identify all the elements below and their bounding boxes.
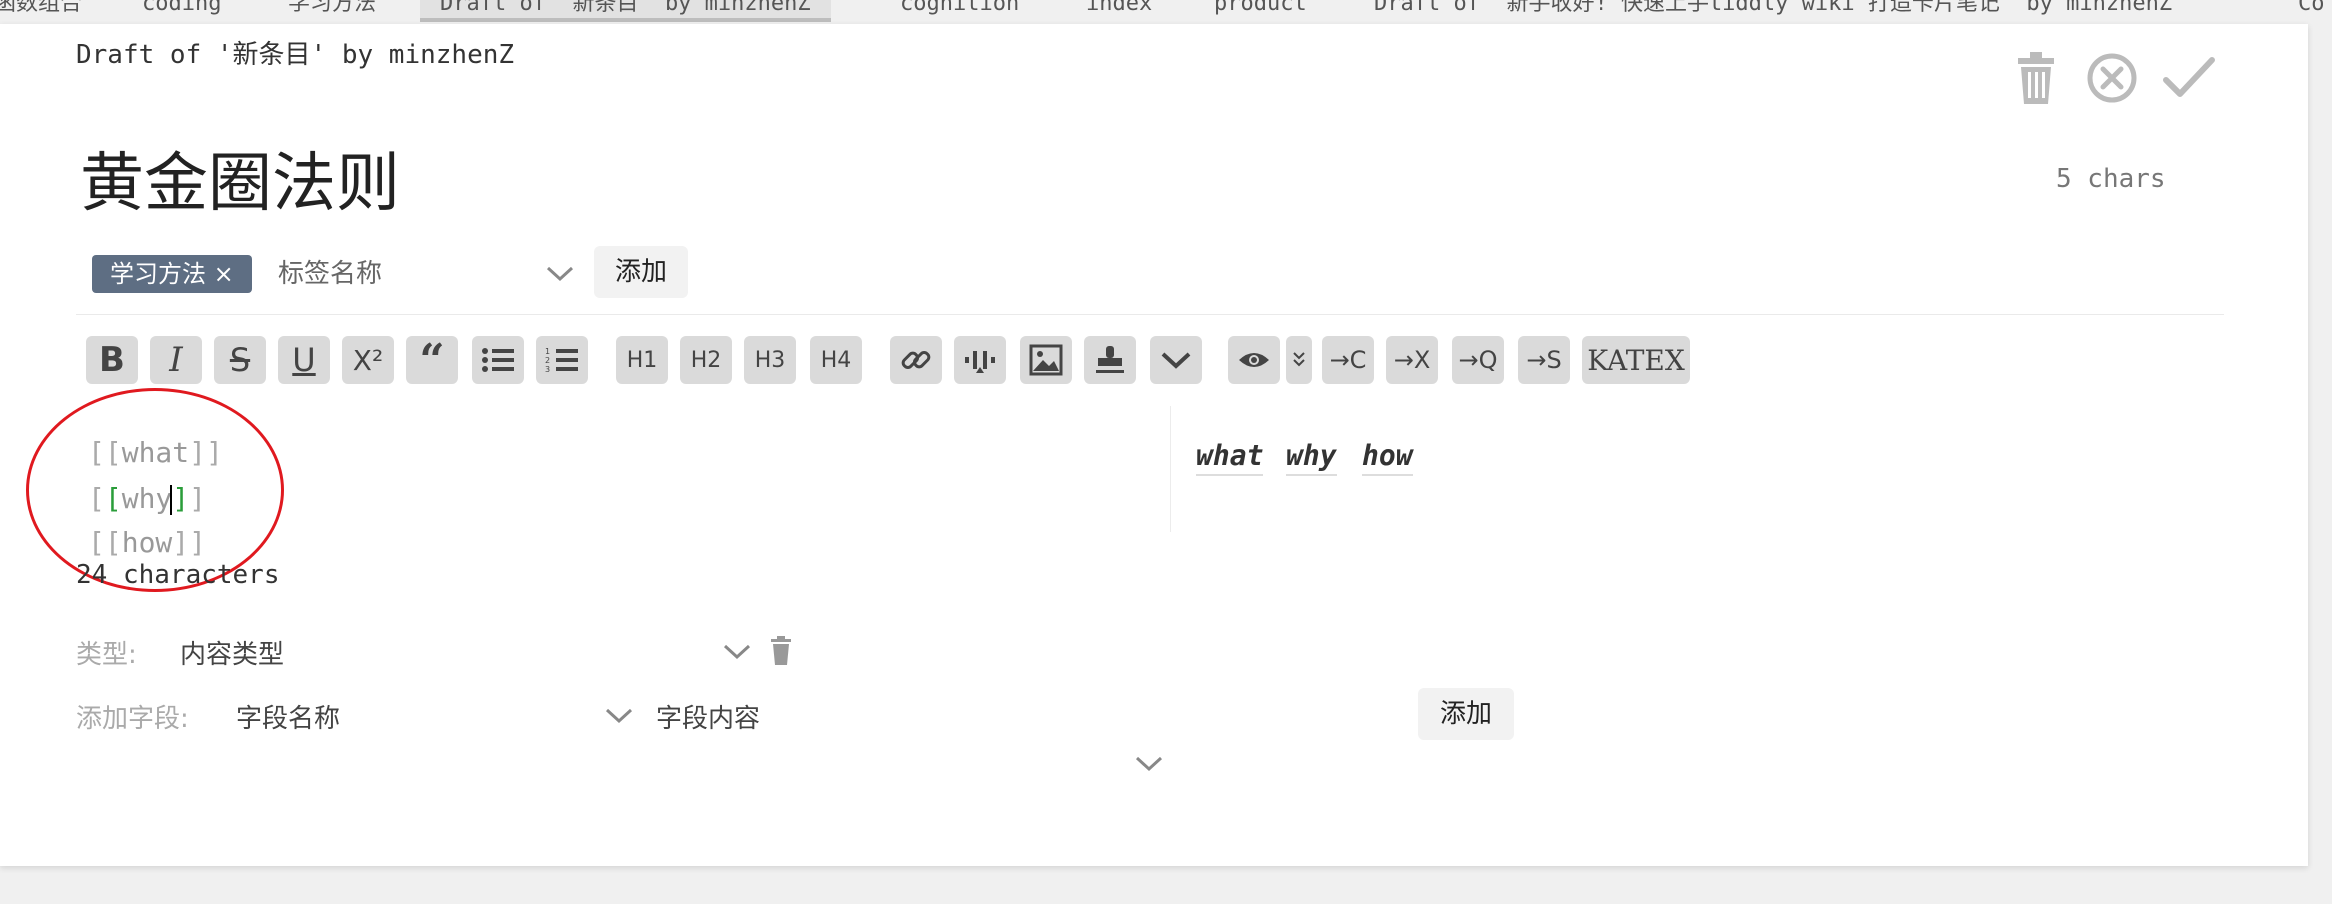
more-tools-button[interactable] (1150, 336, 1202, 384)
tag-dropdown-button[interactable] (545, 264, 575, 288)
body-char-count: 24 characters (76, 560, 280, 590)
trash-icon (2018, 52, 2054, 104)
close-circle-icon (2087, 53, 2137, 103)
katex-button[interactable]: KATEX (1582, 336, 1690, 384)
excise-c-icon: →C (1329, 346, 1367, 374)
chevron-down-icon (1135, 756, 1163, 772)
divider (76, 314, 2224, 315)
add-tag-button[interactable]: 添加 (594, 246, 688, 298)
svg-text:3: 3 (545, 365, 550, 374)
chevron-down-icon (1161, 352, 1191, 369)
type-input[interactable]: 内容类型 (180, 634, 284, 671)
strikethrough-icon: S (229, 341, 251, 379)
preview-link[interactable]: how (1362, 439, 1413, 476)
draft-title: Draft of '新条目' by minzhenZ (76, 40, 515, 70)
heading2-button[interactable]: H2 (680, 336, 732, 384)
italic-button[interactable]: I (150, 336, 202, 384)
editor-divider (1170, 406, 1171, 532)
excise-q-button[interactable]: →Q (1452, 336, 1504, 384)
chevron-down-icon (605, 708, 633, 724)
heading3-button[interactable]: H3 (744, 336, 796, 384)
tag-pill[interactable]: 学习方法 × (92, 255, 252, 293)
tiddler-editor: Draft of '新条目' by minzhenZ 黄金圈法则 5 chars… (0, 24, 2308, 866)
superscript-icon: X² (352, 343, 384, 377)
underline-icon: U (292, 341, 316, 379)
superscript-button[interactable]: X² (342, 336, 394, 384)
tab-cognition[interactable]: cognition (900, 0, 1019, 22)
preview-options-button[interactable] (1286, 336, 1312, 384)
cancel-button[interactable] (2082, 48, 2142, 108)
tab-draft-tiddlywiki[interactable]: Draft of '新手收好! 快速上手tiddly wiki 打造卡片笔记' … (1374, 0, 2172, 22)
title-char-count: 5 chars (2056, 164, 2166, 194)
numbered-list-button[interactable]: 1 2 3 (536, 336, 588, 384)
transclude-button[interactable] (954, 336, 1006, 384)
svg-text:2: 2 (545, 356, 550, 365)
svg-text:1: 1 (545, 347, 550, 356)
tab-learning-methods[interactable]: 学习方法 (288, 0, 376, 22)
tab-product[interactable]: product (1214, 0, 1307, 22)
heading1-button[interactable]: H1 (616, 336, 668, 384)
tab-index[interactable]: index (1086, 0, 1152, 22)
add-field-button[interactable]: 添加 (1418, 688, 1514, 740)
type-label: 类型: (76, 640, 137, 670)
excise-s-icon: →S (1526, 346, 1562, 374)
delete-button[interactable] (2006, 48, 2066, 108)
quote-button[interactable]: “ (406, 334, 458, 386)
bold-button[interactable]: B (86, 336, 138, 384)
excise-button[interactable]: →C (1322, 336, 1374, 384)
tab-strip: 函数组合 coding 学习方法 Draft of '新条目' by minzh… (0, 0, 2332, 24)
numbered-list-icon: 1 2 3 (545, 347, 578, 374)
preview-button[interactable] (1228, 336, 1280, 384)
chevron-down-icon (546, 266, 574, 282)
delete-type-button[interactable] (768, 636, 794, 670)
excise-q-icon: →Q (1458, 346, 1498, 374)
field-name-input[interactable]: 字段名称 (236, 698, 340, 735)
checkmark-icon (2163, 57, 2215, 97)
stamp-button[interactable] (1084, 336, 1136, 384)
eye-icon (1239, 353, 1269, 367)
stamp-icon (1096, 346, 1124, 373)
image-button[interactable] (1020, 336, 1072, 384)
bullet-list-icon (482, 348, 514, 372)
chevron-down-icon (723, 644, 751, 660)
title-input[interactable]: 黄金圈法则 (80, 132, 400, 224)
excise-s-button[interactable]: →S (1518, 336, 1570, 384)
excise-x-button[interactable]: →X (1386, 336, 1438, 384)
confirm-button[interactable] (2158, 48, 2218, 108)
transclude-icon (965, 351, 995, 373)
underline-button[interactable]: U (278, 336, 330, 384)
excise-x-icon: →X (1393, 346, 1431, 374)
image-icon (1029, 344, 1063, 376)
preview-link[interactable]: why (1286, 439, 1337, 476)
tab-co[interactable]: Co (2298, 0, 2325, 22)
quote-icon: “ (419, 334, 445, 386)
expand-more-button[interactable] (1134, 754, 1164, 778)
tab-coding[interactable]: coding (142, 0, 221, 22)
strikethrough-button[interactable]: S (214, 336, 266, 384)
trash-icon (771, 636, 791, 665)
link-icon (901, 350, 931, 370)
bullet-list-button[interactable] (472, 336, 524, 384)
bold-icon: B (99, 340, 125, 380)
type-dropdown-button[interactable] (722, 642, 752, 666)
italic-icon: I (169, 340, 183, 380)
tag-name-input[interactable]: 标签名称 (278, 254, 568, 294)
heading4-button[interactable]: H4 (810, 336, 862, 384)
add-field-label: 添加字段: (76, 704, 189, 734)
preview-link[interactable]: what (1196, 439, 1264, 476)
link-button[interactable] (890, 336, 942, 384)
field-name-dropdown-button[interactable] (604, 706, 634, 730)
field-value-input[interactable]: 字段内容 (656, 698, 760, 735)
double-chevron-down-icon (1293, 352, 1305, 367)
tab-function-composition[interactable]: 函数组合 (0, 0, 82, 22)
tab-draft-new-entry[interactable]: Draft of '新条目' by minzhenZ (420, 0, 831, 22)
